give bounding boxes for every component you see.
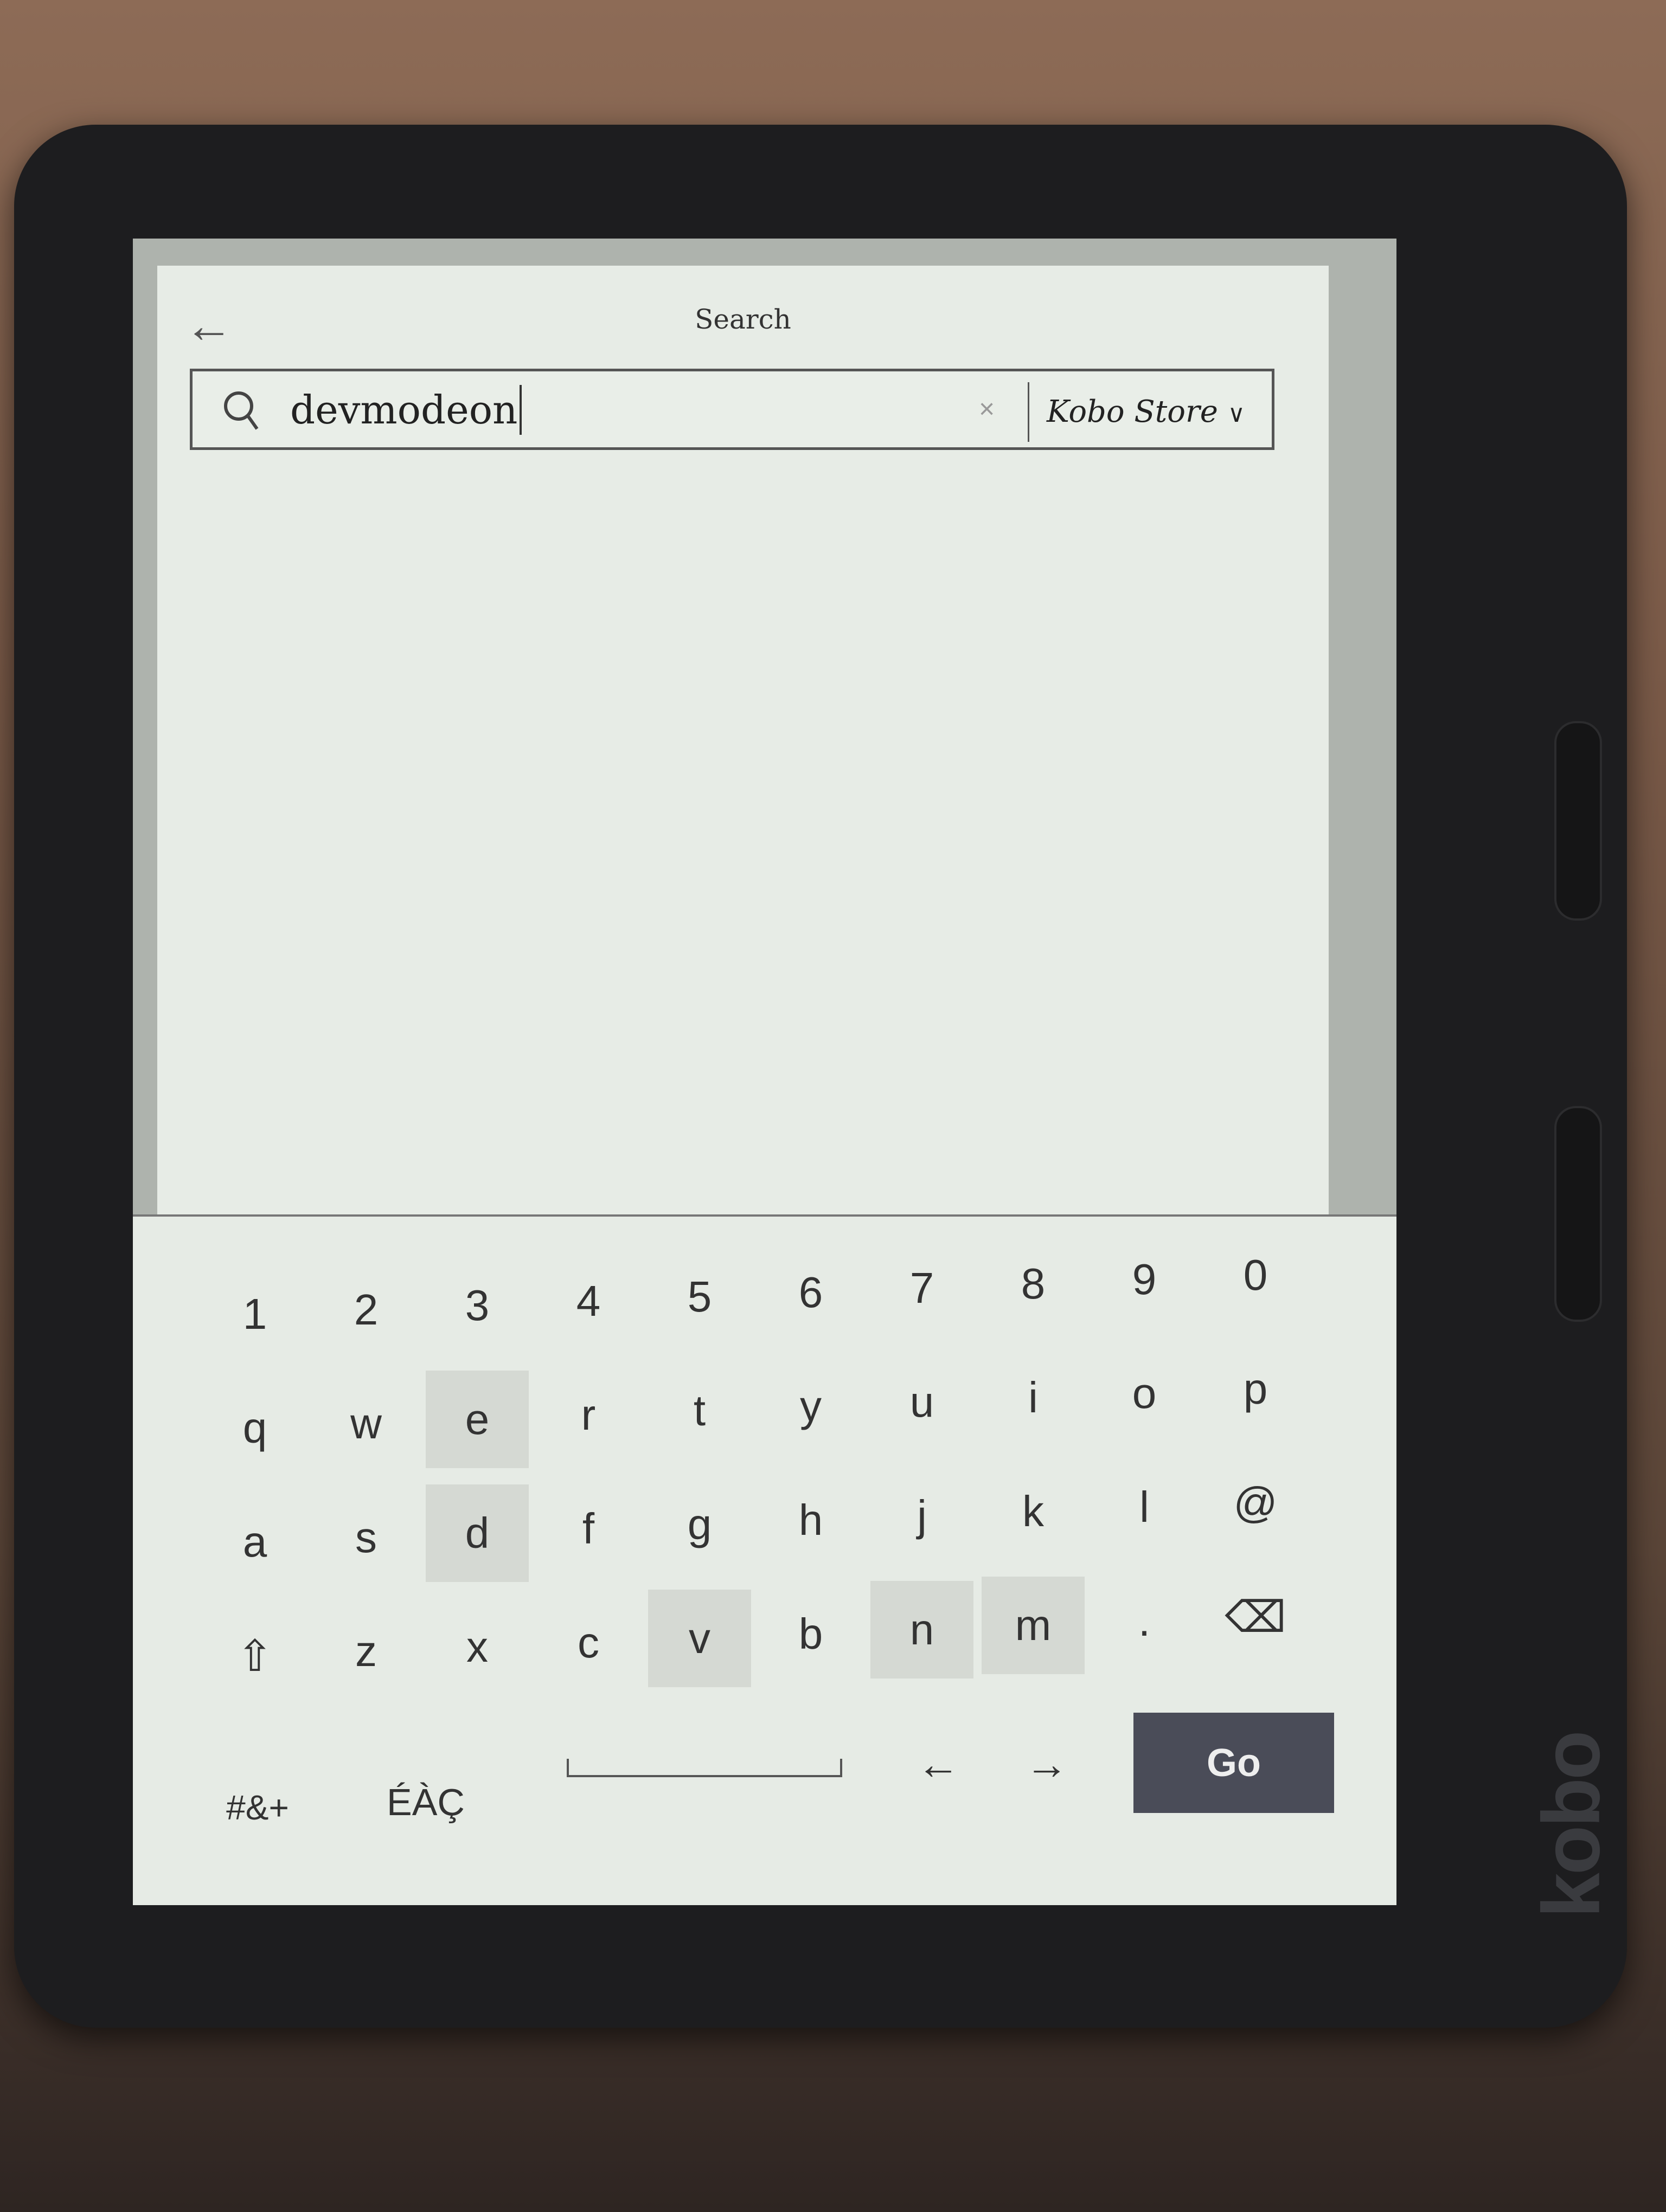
cursor-left-key[interactable]: ←	[887, 1715, 990, 1813]
key-f[interactable]: f	[537, 1480, 640, 1578]
key-a[interactable]: a	[203, 1493, 306, 1591]
key-h[interactable]: h	[759, 1471, 862, 1569]
key-g[interactable]: g	[648, 1476, 751, 1573]
clear-icon[interactable]: ×	[979, 393, 995, 425]
key-1[interactable]: 1	[203, 1265, 306, 1363]
key-t[interactable]: t	[648, 1362, 751, 1459]
key-shift[interactable]: ⇧	[203, 1607, 306, 1705]
kobo-logo: kobo	[1525, 1732, 1617, 1918]
key-e[interactable]: e	[426, 1371, 529, 1468]
space-key[interactable]	[567, 1759, 842, 1777]
page-down-button[interactable]	[1554, 1106, 1602, 1322]
key-q[interactable]: q	[203, 1379, 306, 1477]
symbols-key[interactable]: #&+	[198, 1759, 317, 1856]
on-screen-keyboard: #&+ ÉÀÇ ← → Go 1234567890 qwertyuiop asdfg…	[133, 1214, 1396, 1905]
key-z[interactable]: z	[315, 1603, 418, 1700]
key-r[interactable]: r	[537, 1366, 640, 1464]
key-b[interactable]: b	[759, 1585, 862, 1683]
key-c[interactable]: c	[537, 1594, 640, 1692]
key-0[interactable]: 0	[1204, 1226, 1307, 1324]
key-3[interactable]: 3	[426, 1257, 529, 1354]
key-v[interactable]: v	[648, 1590, 751, 1687]
key-p[interactable]: p	[1204, 1340, 1307, 1438]
screen: ← Search devmodeon × Kobo Store ∨ #&+ ÉÀ…	[133, 239, 1396, 1905]
key-9[interactable]: 9	[1093, 1231, 1196, 1328]
search-bar[interactable]: devmodeon × Kobo Store ∨	[190, 369, 1274, 450]
page-up-button[interactable]	[1554, 721, 1602, 921]
key-8[interactable]: 8	[982, 1235, 1085, 1333]
page-title: Search	[695, 304, 791, 335]
key-n[interactable]: n	[870, 1581, 973, 1679]
key-x[interactable]: x	[426, 1598, 529, 1696]
key-period[interactable]: .	[1093, 1572, 1196, 1670]
search-page: ← Search devmodeon × Kobo Store ∨	[157, 266, 1329, 1269]
key-o[interactable]: o	[1093, 1345, 1196, 1442]
divider	[1028, 382, 1029, 442]
key-s[interactable]: s	[315, 1489, 418, 1586]
key-6[interactable]: 6	[759, 1244, 862, 1341]
key-k[interactable]: k	[982, 1463, 1085, 1560]
search-scope-dropdown[interactable]: Kobo Store ∨	[1047, 388, 1245, 439]
key-backspace[interactable]: ⌫	[1204, 1568, 1307, 1666]
key-d[interactable]: d	[426, 1484, 529, 1582]
scope-label: Kobo Store	[1047, 394, 1218, 429]
key-4[interactable]: 4	[537, 1252, 640, 1350]
search-icon	[224, 391, 259, 430]
chevron-down-icon: ∨	[1227, 400, 1245, 428]
key-y[interactable]: y	[759, 1358, 862, 1455]
key-w[interactable]: w	[315, 1375, 418, 1472]
key-at[interactable]: @	[1204, 1454, 1307, 1552]
key-7[interactable]: 7	[870, 1239, 973, 1337]
search-input[interactable]: devmodeon	[290, 385, 522, 435]
key-i[interactable]: i	[982, 1349, 1085, 1446]
key-j[interactable]: j	[870, 1467, 973, 1565]
key-5[interactable]: 5	[648, 1248, 751, 1346]
key-u[interactable]: u	[870, 1353, 973, 1451]
key-2[interactable]: 2	[315, 1261, 418, 1359]
accents-key[interactable]: ÉÀÇ	[366, 1753, 485, 1851]
cursor-right-key[interactable]: →	[995, 1715, 1098, 1813]
key-m[interactable]: m	[982, 1577, 1085, 1674]
go-button[interactable]: Go	[1133, 1713, 1334, 1813]
key-l[interactable]: l	[1093, 1458, 1196, 1556]
